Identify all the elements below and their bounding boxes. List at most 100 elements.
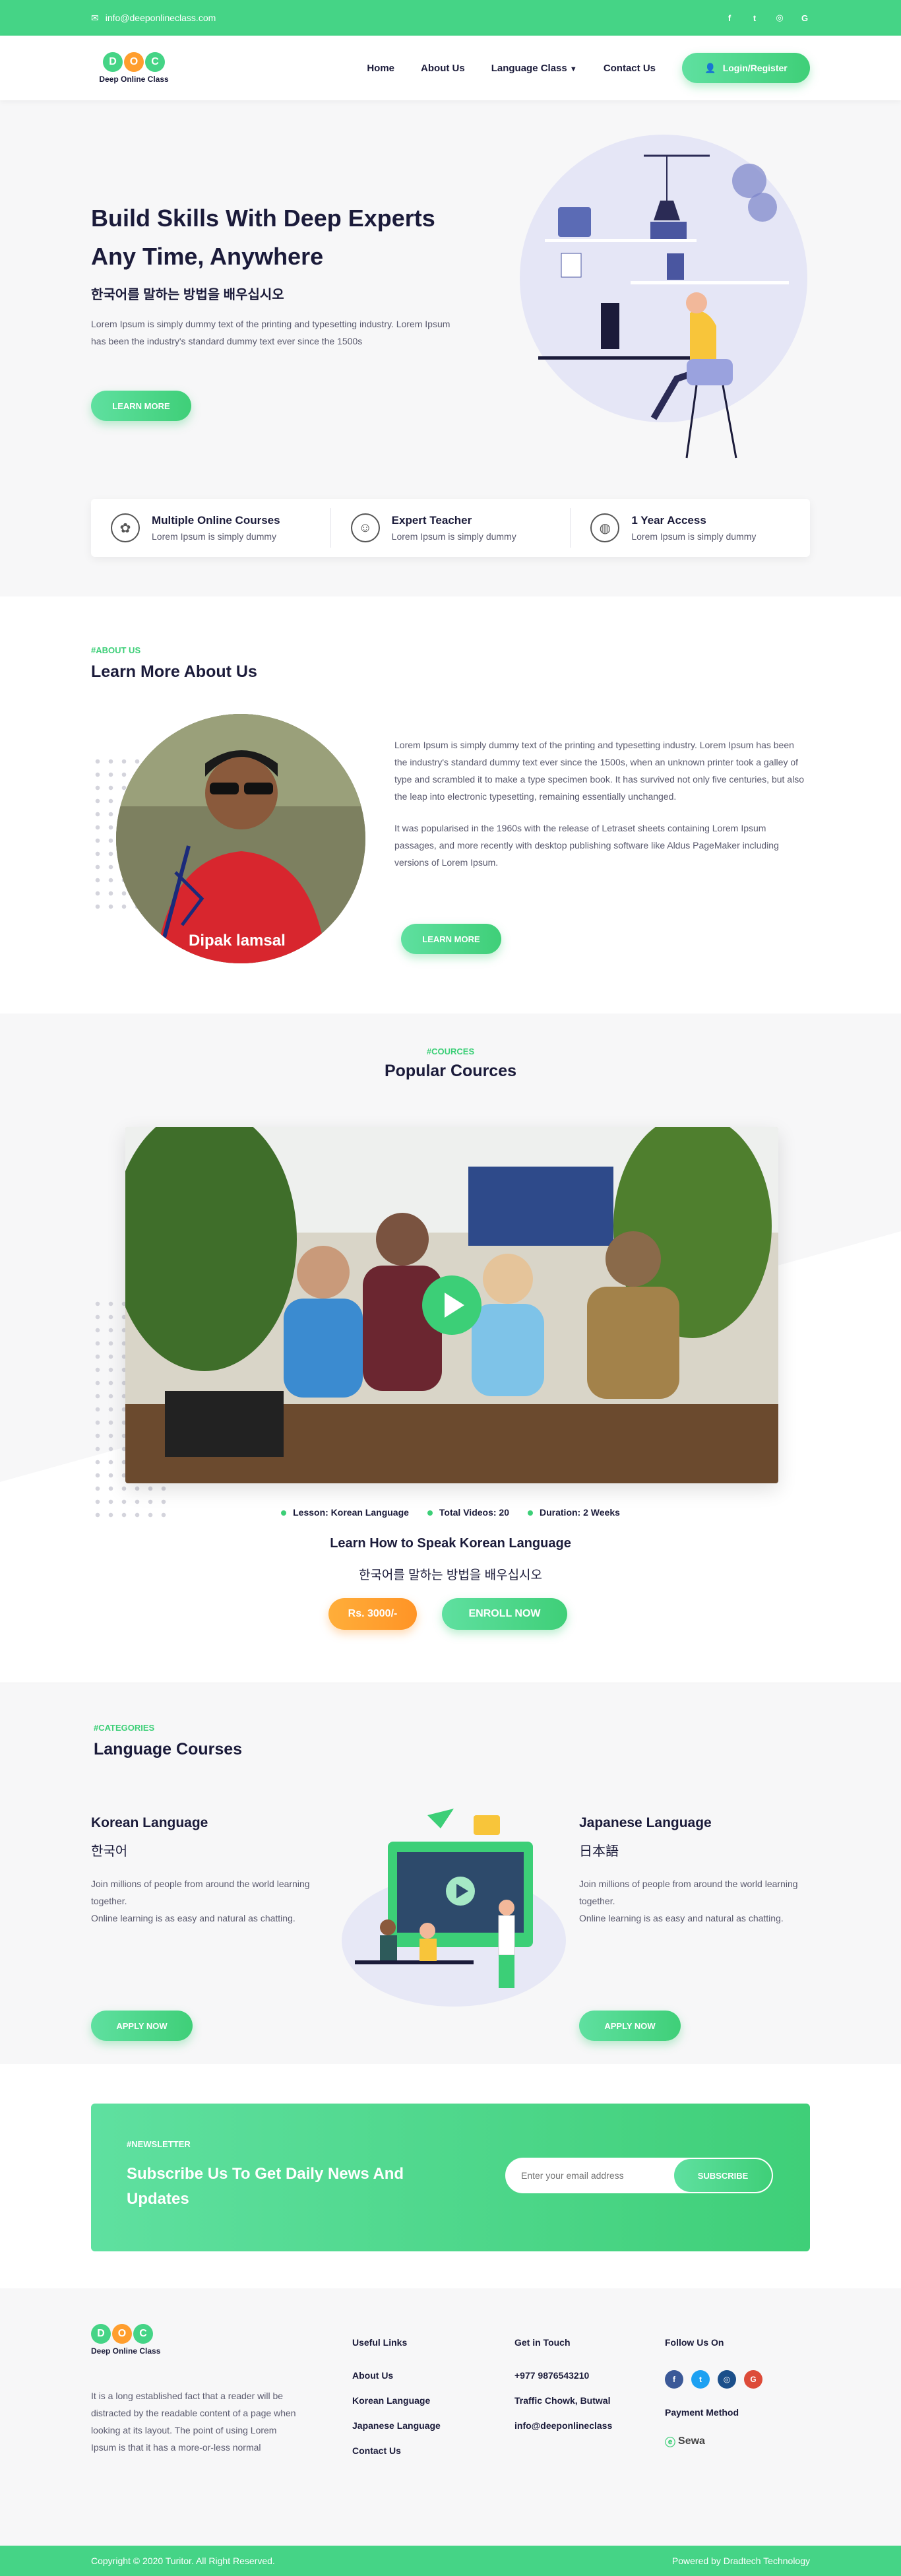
meta-duration-text: Duration: 2 Weeks	[540, 1507, 620, 1518]
hero-section: Build Skills With Deep Experts Any Time,…	[0, 100, 901, 596]
footer-link-japanese[interactable]: Japanese Language	[352, 2420, 441, 2431]
play-button[interactable]	[422, 1275, 482, 1335]
mail-icon: ✉	[91, 12, 99, 23]
course-video[interactable]	[125, 1127, 778, 1483]
hero-learn-more-button[interactable]: LEARN MORE	[91, 391, 191, 421]
nav-language-class[interactable]: Language Class ▼	[491, 63, 577, 74]
courses-section: #COURCES Popular Cources Lesson: Korean …	[0, 1014, 901, 1683]
courses-heading: #COURCES Popular Cources	[91, 1046, 810, 1081]
categories-section: #CATEGORIES Language Courses Korean Lang…	[0, 1683, 901, 2064]
globe-icon: ◍	[590, 513, 620, 542]
category-native: 한국어	[91, 1844, 128, 1859]
feature-title: Multiple Online Courses	[152, 514, 280, 527]
footer-logo[interactable]: D O C Deep Online Class	[91, 2324, 177, 2356]
footer-about-text: It is a long established fact that a rea…	[91, 2391, 296, 2453]
main-menu: Home About Us Language Class ▼ Contact U…	[367, 53, 810, 83]
footer-heading: Useful Links	[352, 2337, 408, 2348]
email-input[interactable]	[507, 2159, 674, 2192]
subscribe-form: SUBSCRIBE	[505, 2158, 773, 2193]
newsletter-tag: #NEWSLETTER	[127, 2139, 191, 2149]
category-desc-line: Online learning is as easy and natural a…	[91, 1913, 295, 1923]
login-register-button[interactable]: 👤 Login/Register	[682, 53, 810, 83]
courses-tag: #COURCES	[426, 1046, 475, 1056]
newsletter-section: #NEWSLETTER Subscribe Us To Get Daily Ne…	[0, 2064, 901, 2288]
category-desc: Join millions of people from around the …	[91, 1875, 315, 1927]
feature-item: ◍ 1 Year Access Lorem Ipsum is simply du…	[570, 508, 810, 548]
footer-link-korean[interactable]: Korean Language	[352, 2395, 441, 2406]
about-learn-more-button[interactable]: LEARN MORE	[401, 924, 501, 954]
category-desc-line: Online learning is as easy and natural a…	[579, 1913, 784, 1923]
hero-title-line2: Any Time, Anywhere	[91, 243, 324, 270]
facebook-icon[interactable]: f	[665, 2370, 683, 2389]
feature-item: ✿ Multiple Online Courses Lorem Ipsum is…	[91, 508, 330, 548]
google-icon[interactable]: G	[799, 13, 810, 23]
logo-letter-o: O	[112, 2324, 132, 2344]
nav-contact-us[interactable]: Contact Us	[604, 63, 656, 74]
footer-link-about[interactable]: About Us	[352, 2370, 441, 2381]
online-class-illustration	[342, 1809, 566, 2007]
course-meta: Lesson: Korean Language Total Videos: 20…	[91, 1507, 810, 1518]
subscribe-button[interactable]: SUBSCRIBE	[674, 2159, 772, 2192]
features-bar: ✿ Multiple Online Courses Lorem Ipsum is…	[91, 499, 810, 557]
feature-title: 1 Year Access	[631, 514, 706, 527]
newsletter-banner: #NEWSLETTER Subscribe Us To Get Daily Ne…	[91, 2104, 810, 2251]
apply-now-button[interactable]: APPLY NOW	[91, 2011, 193, 2041]
payment-method-title: Payment Method	[665, 2407, 739, 2418]
about-title: Learn More About Us	[91, 662, 257, 681]
about-paragraph: It was popularised in the 1960s with the…	[394, 823, 779, 868]
nav-home[interactable]: Home	[367, 63, 394, 74]
powered-by-text[interactable]: Powered by Dradtech Technology	[672, 2556, 810, 2566]
feature-desc: Lorem Ipsum is simply dummy	[391, 531, 516, 542]
meta-lesson-text: Lesson: Korean Language	[293, 1507, 409, 1518]
category-name: Japanese Language	[579, 1815, 712, 1830]
about-text: Lorem Ipsum is simply dummy text of the …	[394, 736, 805, 871]
instagram-icon[interactable]: ◎	[774, 13, 785, 23]
topbar-socials: f t ◎ G	[724, 13, 810, 23]
copyright-bar: Copyright © 2020 Turitor. All Right Rese…	[0, 2546, 901, 2576]
about-tag: #ABOUT US	[91, 645, 141, 655]
brain-icon: ✿	[111, 513, 140, 542]
price-badge: Rs. 3000/-	[328, 1598, 417, 1630]
logo-mark: D O C	[103, 52, 165, 72]
instagram-icon[interactable]: ◎	[718, 2370, 736, 2389]
logo[interactable]: D O C Deep Online Class	[91, 52, 177, 84]
meta-videos: Total Videos: 20	[427, 1507, 509, 1518]
feature-title: Expert Teacher	[391, 514, 472, 527]
newsletter-title: Subscribe Us To Get Daily News And Updat…	[127, 2165, 404, 2208]
footer-link-contact[interactable]: Contact Us	[352, 2445, 441, 2456]
footer-follow: Follow Us On f t ◎ G Payment Method ⓔ Sew…	[665, 2337, 762, 2449]
google-icon[interactable]: G	[744, 2370, 762, 2389]
footer-phone[interactable]: +977 9876543210	[514, 2370, 612, 2381]
twitter-icon[interactable]: t	[691, 2370, 710, 2389]
payment-name: Sewa	[678, 2435, 705, 2447]
copyright-text: Copyright © 2020 Turitor. All Right Rese…	[91, 2556, 275, 2566]
topbar-email[interactable]: ✉ info@deeponlineclass.com	[91, 13, 216, 24]
footer-email[interactable]: info@deeponlineclass	[514, 2420, 612, 2431]
twitter-icon[interactable]: t	[749, 13, 760, 23]
topbar: ✉ info@deeponlineclass.com f t ◎ G	[0, 0, 901, 36]
meta-videos-text: Total Videos: 20	[439, 1507, 509, 1518]
category-desc: Join millions of people from around the …	[579, 1875, 803, 1927]
nav-language-class-label: Language Class	[491, 62, 567, 74]
enroll-now-button[interactable]: ENROLL NOW	[442, 1598, 567, 1630]
facebook-icon[interactable]: f	[724, 13, 735, 23]
logo-letter-d: D	[103, 52, 123, 72]
topbar-email-text: info@deeponlineclass.com	[105, 13, 216, 23]
category-name: Korean Language	[91, 1815, 208, 1830]
hero-korean: 한국어를 말하는 방법을 배우십시오	[91, 288, 284, 302]
category-native: 日本語	[579, 1844, 619, 1859]
meta-lesson: Lesson: Korean Language	[281, 1507, 409, 1518]
login-register-label: Login/Register	[722, 63, 788, 73]
hero-title: Build Skills With Deep Experts Any Time,…	[91, 199, 487, 276]
about-photo: Dipak lamsal	[116, 714, 365, 963]
footer-heading: Follow Us On	[665, 2337, 724, 2348]
nav-about-us[interactable]: About Us	[421, 63, 465, 74]
apply-now-button[interactable]: APPLY NOW	[579, 2011, 681, 2041]
esewa-e-icon: ⓔ	[665, 2437, 676, 2449]
about-section: #ABOUT US Learn More About Us Dipak lams…	[0, 596, 901, 1014]
courses-title: Popular Cources	[384, 1062, 517, 1080]
footer-address: Traffic Chowk, Butwal	[514, 2395, 611, 2406]
about-paragraph: Lorem Ipsum is simply dummy text of the …	[394, 740, 804, 802]
esewa-logo: ⓔ Sewa	[665, 2433, 762, 2449]
course-title: Learn How to Speak Korean Language	[330, 1536, 571, 1551]
